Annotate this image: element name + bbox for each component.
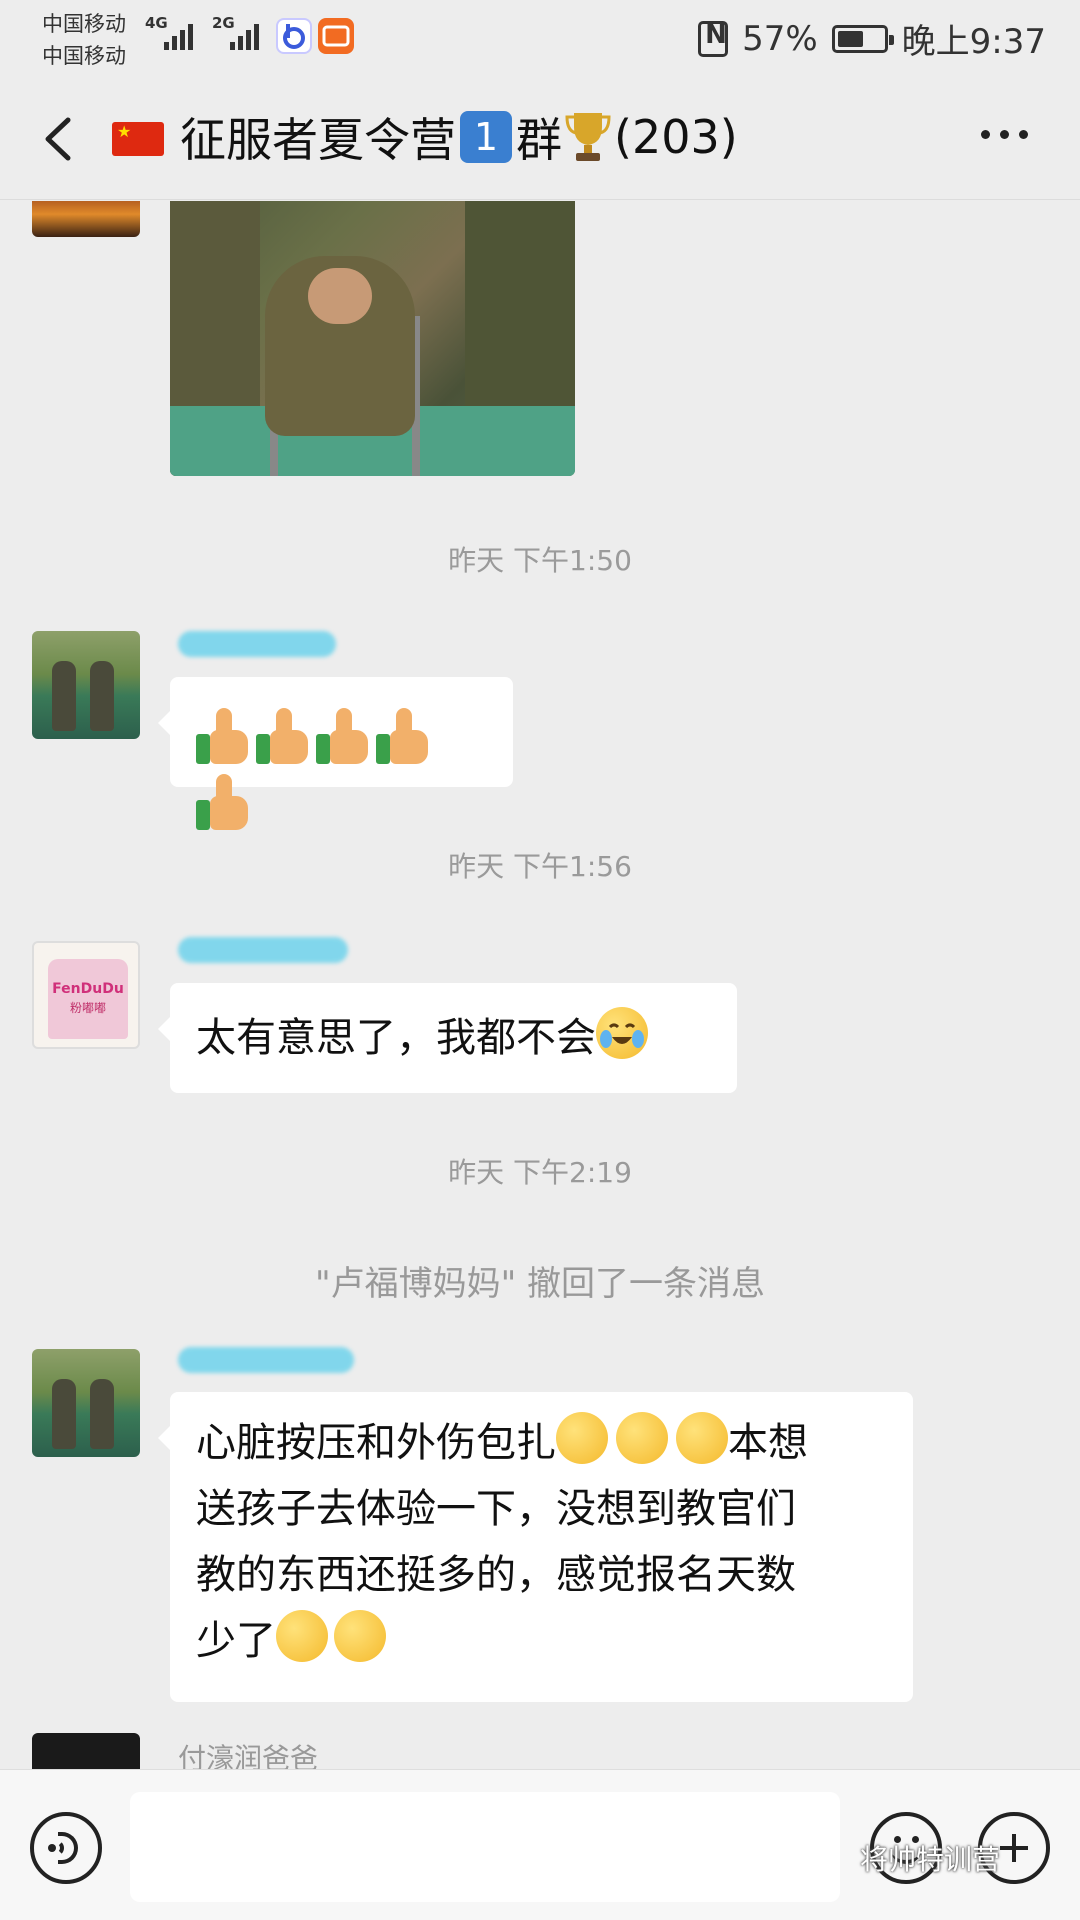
- hand-over-mouth-emoji-icon: [616, 1412, 668, 1464]
- avatar-brand-subtext: 粉嘟嘟: [69, 1001, 106, 1015]
- image-message[interactable]: [170, 201, 575, 476]
- avatar[interactable]: FenDuDu 粉嘟嘟: [32, 941, 140, 1049]
- signal-icon-2: [226, 18, 266, 50]
- more-options-icon[interactable]: [981, 130, 1028, 139]
- chat-title-text: 征服者夏令营: [180, 113, 456, 167]
- signal-icon: [160, 18, 200, 50]
- status-bar: 中国移动 中国移动 4G 2G 57% 晚上9:37: [0, 0, 1080, 76]
- avatar[interactable]: [32, 1733, 140, 1769]
- carrier-label-1: 中国移动: [42, 12, 126, 36]
- hand-over-mouth-emoji-icon: [676, 1412, 728, 1464]
- member-count: (203): [614, 110, 738, 164]
- smirk-emoji-icon: [334, 1610, 386, 1662]
- timestamp: 昨天 下午1:56: [448, 850, 632, 883]
- app-notification-icon: [276, 18, 312, 54]
- china-flag-icon: ★: [112, 122, 164, 156]
- message-line: 教的东西还挺多的，感觉报名天数: [196, 1552, 796, 1598]
- status-right-group: 57% 晚上9:37: [698, 14, 1046, 63]
- smirk-emoji-icon: [276, 1610, 328, 1662]
- message-line: 少了: [196, 1608, 887, 1674]
- thumbs-up-icon: [316, 708, 370, 764]
- back-arrow-icon[interactable]: [40, 116, 76, 162]
- hand-over-mouth-emoji-icon: [556, 1412, 608, 1464]
- recalled-message-notice: "卢福博妈妈" 撤回了一条消息: [314, 1264, 766, 1304]
- keycap-one-icon: 1: [460, 111, 512, 163]
- trophy-icon: [564, 109, 612, 165]
- sender-name: 付濠润爸爸: [178, 1742, 319, 1769]
- chat-header: ★ 征服者夏令营 1 群 (203): [0, 76, 1080, 200]
- thumbs-up-icon: [196, 774, 250, 830]
- thumbs-up-icon: [376, 708, 430, 764]
- chat-title: 征服者夏令营 1 群 (203): [180, 104, 738, 170]
- emoji-message-bubble[interactable]: [158, 677, 513, 830]
- message-text: 太有意思了，我都不会: [196, 1015, 596, 1061]
- chat-message-list[interactable]: 昨天 下午1:50 昨天 下午1:56 FenDuDu 粉嘟嘟 太有意思了，我都…: [0, 201, 1080, 1769]
- avatar[interactable]: [32, 631, 140, 739]
- message-line: 送孩子去体验一下，没想到教官们: [196, 1486, 796, 1532]
- status-time: 晚上9:37: [901, 22, 1046, 62]
- chat-title-suffix: 群: [516, 113, 562, 167]
- timestamp: 昨天 下午2:19: [448, 1156, 632, 1189]
- watermark-text: 将帅特训营: [860, 1843, 1001, 1876]
- nfc-icon: [698, 20, 729, 57]
- pingan-app-icon: [318, 18, 354, 54]
- battery-percent: 57%: [742, 18, 818, 59]
- avatar-brand-text: FenDuDu: [52, 981, 124, 997]
- timestamp: 昨天 下午1:50: [448, 544, 632, 577]
- message-text-input[interactable]: [130, 1792, 840, 1902]
- carrier-label-2: 中国移动: [42, 44, 126, 68]
- avatar[interactable]: [32, 1349, 140, 1457]
- text-message-bubble[interactable]: 太有意思了，我都不会: [158, 983, 737, 1093]
- text-message-bubble[interactable]: 心脏按压和外伤包扎 本想 送孩子去体验一下，没想到教官们 教的东西还挺多的，感觉报…: [158, 1392, 913, 1702]
- battery-icon: [831, 24, 894, 53]
- avatar[interactable]: [32, 201, 140, 237]
- voice-input-icon[interactable]: [30, 1812, 102, 1884]
- message-line: 心脏按压和外伤包扎 本想: [196, 1410, 887, 1476]
- face-with-tears-emoji-icon: [596, 1007, 648, 1059]
- thumbs-up-icon: [256, 708, 310, 764]
- thumbs-up-icon: [196, 708, 250, 764]
